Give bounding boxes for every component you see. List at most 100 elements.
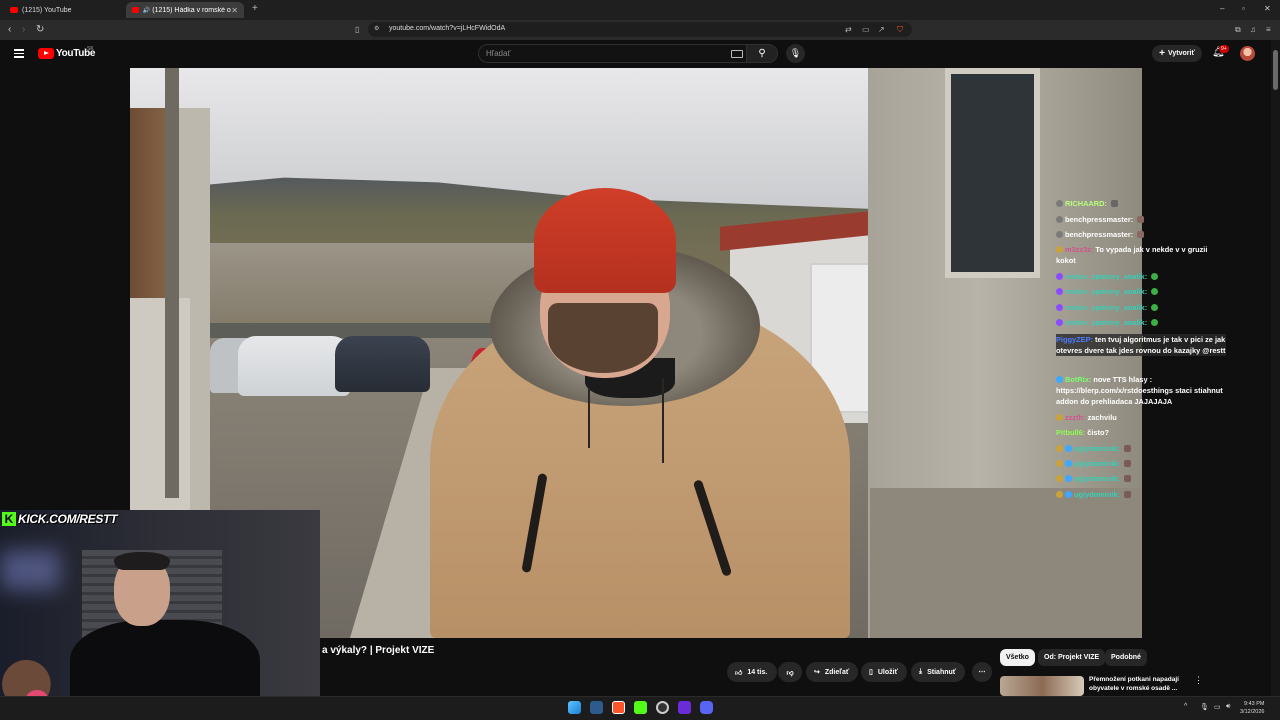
- like-count: 14 tis.: [747, 668, 768, 676]
- chat-username: uglydominik:: [1074, 490, 1120, 499]
- chat-emote-icon: [1137, 231, 1145, 238]
- video-man-beanie: [534, 188, 676, 293]
- brave-browser-icon[interactable]: [612, 701, 625, 714]
- thumbs-up-icon: 👍︎: [735, 669, 743, 677]
- search-input[interactable]: [478, 44, 746, 63]
- tab-video[interactable]: 🔊 (1215) Hádka v romské osadě ✕: [126, 2, 244, 18]
- share-button[interactable]: ↪ Zdieľať: [806, 662, 858, 682]
- thumbs-down-icon: 👎︎: [786, 669, 794, 677]
- youtube-logo-icon[interactable]: [38, 48, 54, 59]
- new-tab-icon[interactable]: +: [252, 3, 258, 14]
- close-window-icon[interactable]: ✕: [1264, 4, 1271, 13]
- obs-icon[interactable]: [656, 701, 669, 714]
- chat-emote-icon: [1110, 200, 1118, 207]
- chat-badge-icon: [1056, 200, 1063, 207]
- reload-icon[interactable]: ↻: [36, 24, 44, 35]
- chat-emote-icon: [1151, 288, 1159, 295]
- media-icon[interactable]: ♫: [1250, 25, 1256, 34]
- chat-text: zachvilu: [1087, 413, 1117, 422]
- chip-from-channel[interactable]: Od: Projekt VIZE: [1038, 649, 1106, 666]
- bookmark-icon[interactable]: ▯: [355, 25, 359, 34]
- more-icon: ⋯: [978, 669, 986, 676]
- search-icon: ⚲: [758, 48, 766, 59]
- reader-icon[interactable]: ▭: [862, 25, 870, 34]
- chat-username: uglydominik:: [1074, 459, 1120, 468]
- system-clock[interactable]: 9:43 PM 3/12/2026: [1240, 700, 1264, 716]
- chat-emote-icon: [1151, 304, 1159, 311]
- chat-emote-icon: [1137, 216, 1145, 223]
- chat-badge-icon: [1065, 475, 1072, 482]
- download-button[interactable]: ⤓ Stiahnuť: [911, 662, 965, 682]
- chat-badge-icon: [1056, 414, 1063, 421]
- recommendation-title[interactable]: Přemnožení potkani napadají obyvatele v …: [1089, 675, 1189, 693]
- save-button[interactable]: ▯ Uložiť: [861, 662, 907, 682]
- video-right-foundation: [870, 488, 1142, 638]
- forward-icon[interactable]: ›: [22, 24, 25, 35]
- chat-badge-icon: [1056, 491, 1063, 498]
- chat-badge-icon: [1065, 491, 1072, 498]
- chat-badge-icon: [1056, 231, 1063, 238]
- chat-badge-icon: [1056, 304, 1063, 311]
- chat-emote-icon: [1124, 445, 1132, 452]
- more-actions-button[interactable]: ⋯: [972, 662, 992, 682]
- download-icon: ⤓: [919, 668, 923, 675]
- kick-banner: K KICK.COM/RESTT: [2, 511, 117, 527]
- scrollbar-thumb[interactable]: [1273, 50, 1278, 90]
- tab-youtube-home[interactable]: (1215) YouTube: [4, 2, 122, 18]
- site-info-icon[interactable]: ⚙: [374, 25, 379, 32]
- chat-message: uglydominik:: [1056, 458, 1133, 469]
- video-man-beard: [548, 303, 658, 373]
- chat-badge-icon: [1056, 246, 1063, 253]
- search-button[interactable]: ⚲: [746, 44, 778, 63]
- chat-username: Pitbull6:: [1056, 428, 1086, 437]
- video-pole: [165, 68, 179, 498]
- create-button[interactable]: + Vytvoriť: [1152, 45, 1202, 62]
- voice-search-button[interactable]: 🎙: [786, 44, 805, 63]
- hamburger-menu-icon[interactable]: [14, 47, 24, 60]
- url-text: youtube.com/watch?v=jLHcFWidOdA: [389, 25, 506, 32]
- share-page-icon[interactable]: ↗: [878, 25, 885, 34]
- chip-all[interactable]: Všetko: [1000, 649, 1035, 666]
- chat-badge-icon: [1056, 319, 1063, 326]
- chat-username: restov_spoteny_analik:: [1065, 318, 1148, 327]
- tray-chevron-icon[interactable]: ^: [1184, 703, 1187, 710]
- chat-message: uglydominik:: [1056, 489, 1133, 500]
- chat-message: uglydominik:: [1056, 443, 1133, 454]
- chat-badge-icon: [1056, 273, 1063, 280]
- task-view-icon[interactable]: [590, 701, 603, 714]
- dislike-button[interactable]: 👎︎: [778, 662, 802, 682]
- chat-badge-icon: [1056, 475, 1063, 482]
- windows-start-icon[interactable]: [568, 701, 581, 714]
- video-car: [335, 336, 430, 392]
- page-scrollbar[interactable]: [1271, 40, 1280, 696]
- app-icon[interactable]: [678, 701, 691, 714]
- extensions-icon[interactable]: ⧉: [1235, 25, 1241, 35]
- chat-username: benchpressmaster:: [1065, 215, 1134, 224]
- save-label: Uložiť: [877, 668, 898, 676]
- discord-icon[interactable]: [700, 701, 713, 714]
- chat-message: Pitbull6: čisto?: [1056, 427, 1109, 438]
- recommendation-more-icon[interactable]: ⋮: [1194, 675, 1203, 686]
- chat-badge-icon: [1056, 376, 1063, 383]
- close-tab-icon[interactable]: ✕: [231, 6, 238, 15]
- minimize-icon[interactable]: –: [1220, 4, 1224, 13]
- kick-app-icon[interactable]: [634, 701, 647, 714]
- back-icon[interactable]: ‹: [8, 24, 11, 35]
- chat-message: benchpressmaster:: [1056, 229, 1146, 240]
- tray-mic-icon[interactable]: 🎙: [1200, 703, 1209, 711]
- recommendation-thumbnail[interactable]: [1000, 676, 1084, 696]
- menu-icon[interactable]: ≡: [1266, 25, 1271, 34]
- keyboard-icon[interactable]: [731, 50, 743, 58]
- brave-shield-icon[interactable]: ⛉: [897, 25, 903, 35]
- like-button[interactable]: 👍︎ 14 tis.: [727, 662, 777, 682]
- translate-icon[interactable]: ⇄: [845, 25, 852, 34]
- tray-network-icon[interactable]: ▭: [1214, 703, 1221, 711]
- chat-emote-icon: [1124, 475, 1132, 482]
- chat-message: restov_spoteny_analik:: [1056, 317, 1160, 328]
- maximize-icon[interactable]: ▫: [1242, 4, 1245, 13]
- video-title: a výkaly? | Projekt VIZE: [322, 645, 435, 656]
- chip-related[interactable]: Podobné: [1105, 649, 1147, 666]
- tray-volume-icon[interactable]: 🔊︎: [1226, 703, 1230, 711]
- account-avatar[interactable]: [1240, 46, 1255, 61]
- chat-username: PiggyZEP:: [1056, 335, 1093, 344]
